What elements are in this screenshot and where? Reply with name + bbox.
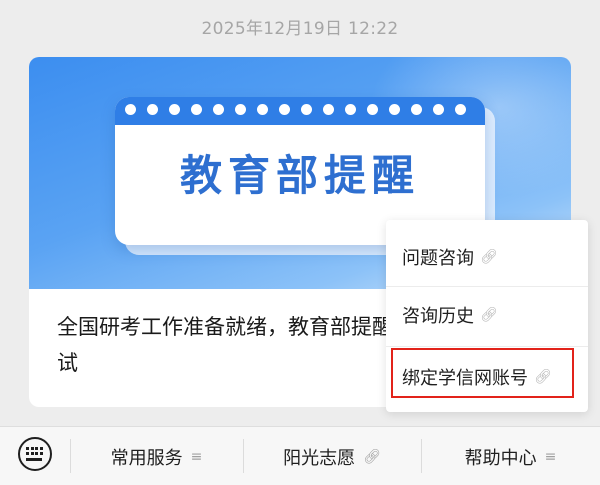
binding-ring [279, 104, 290, 115]
binding-ring [147, 104, 158, 115]
link-icon: 🔗︎ [363, 448, 381, 465]
banner-title: 教育部提醒 [179, 151, 420, 200]
chat-timestamp: 2025年12月19日 12:22 [201, 19, 399, 39]
binding-rings [125, 104, 466, 115]
binding-ring [301, 104, 312, 115]
notebook-binding [115, 97, 485, 125]
keyboard-icon[interactable] [18, 437, 52, 471]
nav-help-center[interactable]: 帮助中心 ≡ [421, 427, 600, 485]
binding-ring [169, 104, 180, 115]
binding-ring [213, 104, 224, 115]
binding-ring [433, 104, 444, 115]
menu-item-label: 咨询历史 [402, 306, 474, 327]
nav-common-services[interactable]: 常用服务 ≡ [70, 427, 243, 485]
highlight-annotation [391, 348, 574, 398]
menu-item-consult-history[interactable]: 咨询历史 🔗︎ [386, 286, 588, 344]
nav-sunshine-volunteer[interactable]: 阳光志愿 🔗︎ [243, 427, 421, 485]
binding-ring [389, 104, 400, 115]
binding-ring [235, 104, 246, 115]
binding-ring [191, 104, 202, 115]
link-icon: 🔗︎ [480, 307, 498, 323]
menu-lines-icon: ≡ [544, 448, 557, 465]
binding-ring [411, 104, 422, 115]
menu-item-question-consult[interactable]: 问题咨询 🔗︎ [386, 228, 588, 286]
menu-item-label: 问题咨询 [402, 248, 474, 269]
menu-lines-icon: ≡ [190, 448, 203, 465]
binding-ring [367, 104, 378, 115]
bottom-menu-bar: 常用服务 ≡ 阳光志愿 🔗︎ 帮助中心 ≡ [0, 426, 600, 485]
nav-label: 常用服务 [110, 447, 183, 469]
binding-ring [125, 104, 136, 115]
menu-divider [386, 346, 588, 347]
binding-ring [345, 104, 356, 115]
nav-label: 阳光志愿 [283, 447, 356, 469]
binding-ring [455, 104, 466, 115]
binding-ring [257, 104, 268, 115]
link-icon: 🔗︎ [480, 249, 498, 265]
binding-ring [323, 104, 334, 115]
nav-label: 帮助中心 [464, 447, 537, 469]
